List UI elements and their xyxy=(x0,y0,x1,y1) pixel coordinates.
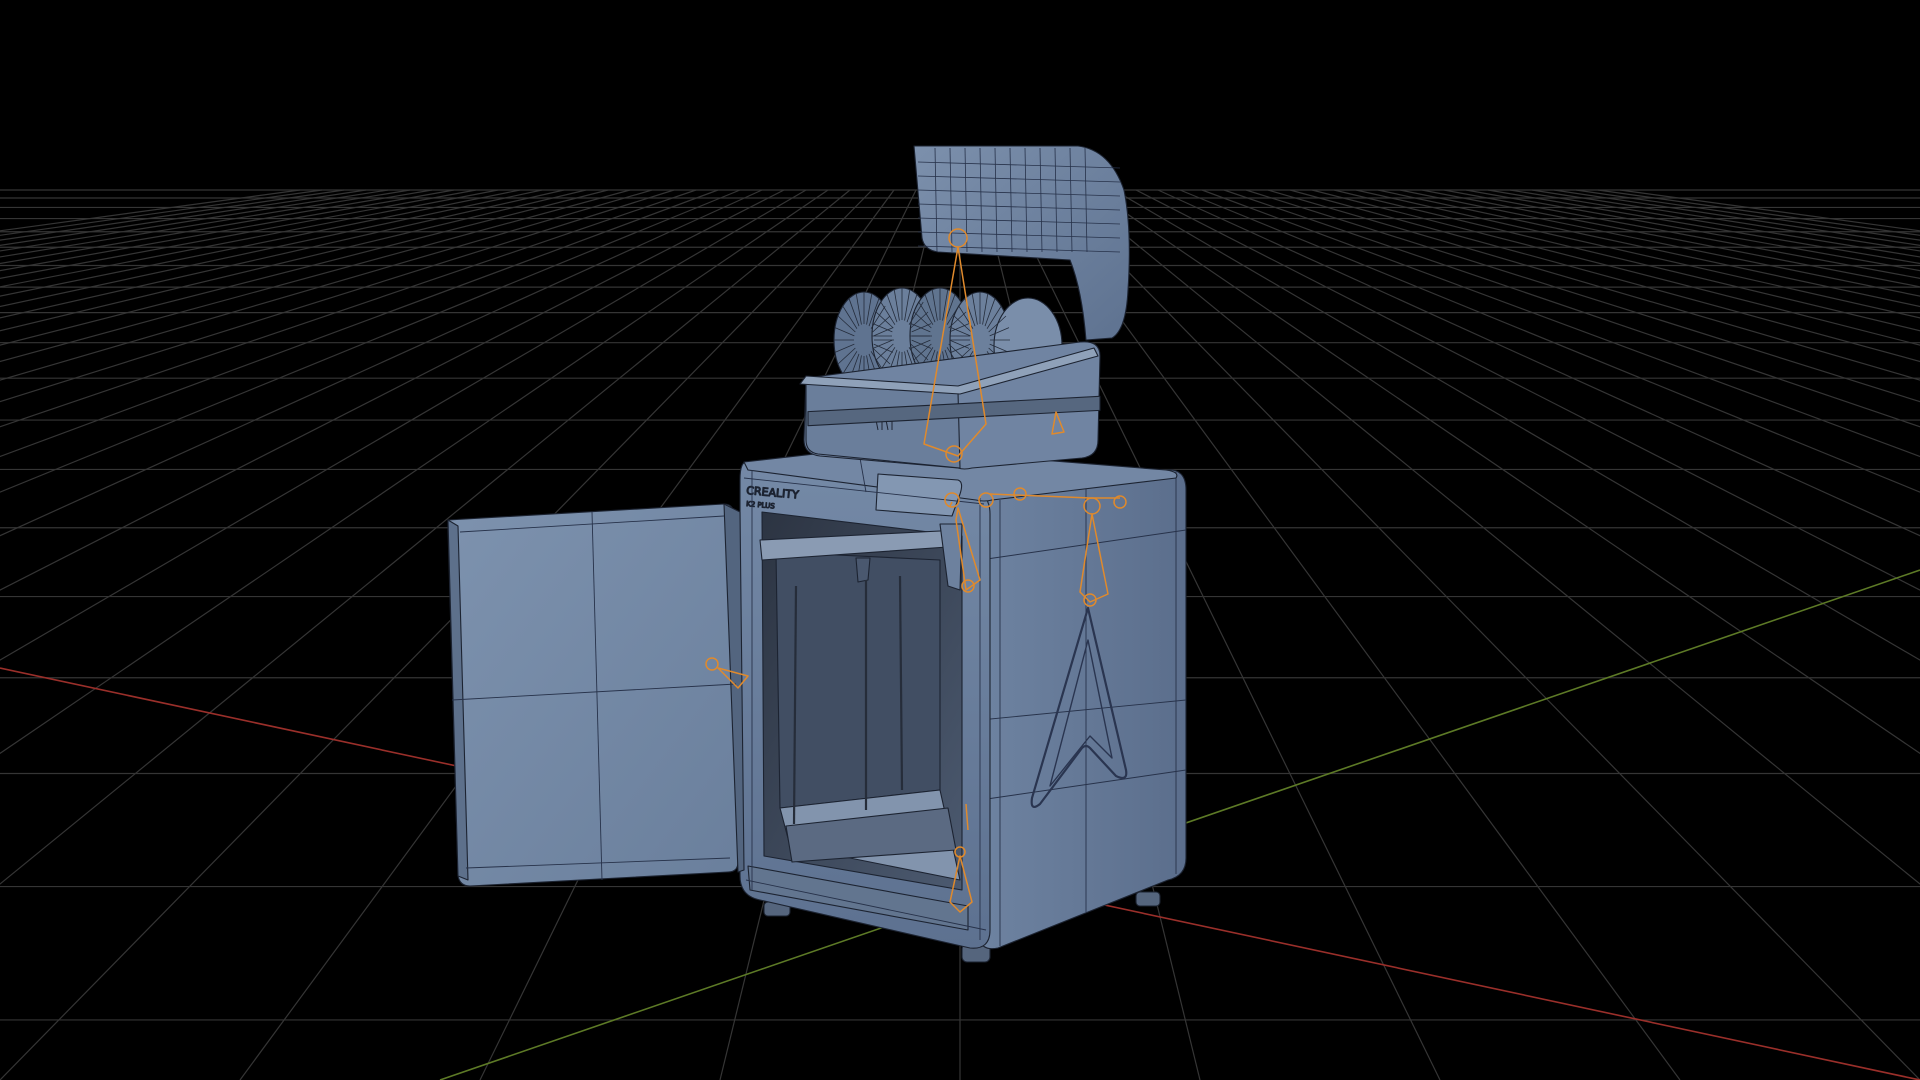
chamber-back-wall xyxy=(775,551,941,809)
viewport-canvas[interactable]: CREALITY K2 PLUS xyxy=(0,0,1920,1080)
spool-box-front xyxy=(805,383,961,469)
printer-side-panel[interactable] xyxy=(977,469,1187,950)
control-screen[interactable] xyxy=(875,473,963,517)
printer-model[interactable]: CREALITY K2 PLUS xyxy=(447,145,1187,963)
3d-viewport[interactable]: CREALITY K2 PLUS xyxy=(0,0,1920,1080)
